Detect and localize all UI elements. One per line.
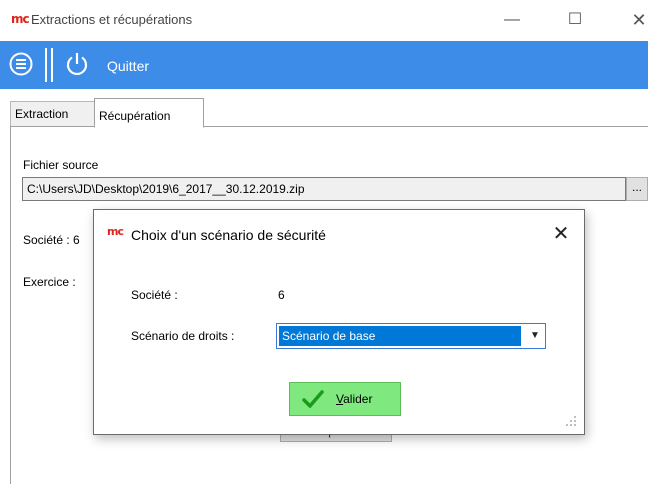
- maximize-button[interactable]: ☐: [560, 8, 590, 32]
- dialog-logo: mc: [107, 225, 124, 238]
- dropdown-arrow-icon[interactable]: ▼: [525, 324, 545, 348]
- security-scenario-dialog: mc Choix d'un scénario de sécurité ✕ Soc…: [93, 209, 585, 435]
- browse-button[interactable]: ...: [626, 177, 648, 201]
- dialog-societe-value: 6: [278, 288, 285, 302]
- window-title: Extractions et récupérations: [31, 12, 193, 27]
- dialog-close-button[interactable]: ✕: [549, 222, 573, 246]
- scenario-selected-value: Scénario de base: [279, 326, 521, 346]
- close-window-button[interactable]: ✕: [624, 8, 648, 32]
- source-file-input[interactable]: C:\Users\JD\Desktop\2019\6_2017__30.12.2…: [22, 177, 626, 201]
- hamburger-menu-icon[interactable]: [9, 52, 33, 76]
- minimize-button[interactable]: —: [497, 8, 527, 32]
- app-logo: mc: [11, 12, 30, 26]
- dialog-societe-label: Société :: [131, 288, 178, 302]
- tab-extraction[interactable]: Extraction: [10, 101, 96, 126]
- resize-grip-icon[interactable]: [564, 414, 578, 428]
- scenario-select[interactable]: Scénario de base ▼: [276, 323, 546, 349]
- toolbar: [0, 41, 648, 89]
- valider-button[interactable]: Valider: [289, 382, 401, 416]
- power-icon[interactable]: [64, 51, 90, 77]
- toolbar-separator: [43, 48, 55, 82]
- dialog-title: Choix d'un scénario de sécurité: [131, 227, 326, 243]
- societe-label: Société : 6: [23, 233, 80, 247]
- exercice-label: Exercice :: [23, 275, 76, 289]
- valider-label: Valider: [336, 392, 373, 406]
- tab-recuperation[interactable]: Récupération: [94, 98, 204, 128]
- scenario-label: Scénario de droits :: [131, 329, 235, 343]
- source-file-label: Fichier source: [23, 158, 99, 172]
- quit-button[interactable]: Quitter: [107, 58, 149, 74]
- checkmark-icon: [302, 389, 324, 409]
- tab-panel-border: [10, 126, 11, 484]
